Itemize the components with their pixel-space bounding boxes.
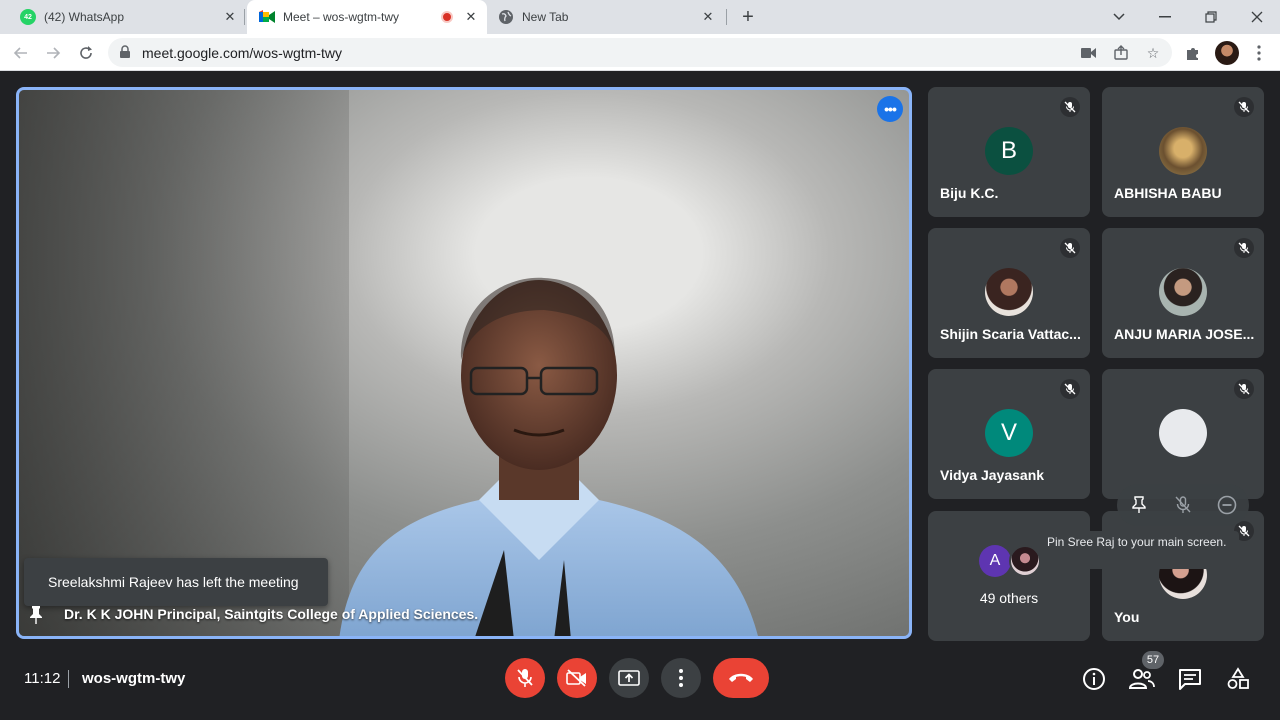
activities-button[interactable]: [1224, 665, 1252, 693]
avatar: A: [979, 545, 1011, 577]
avatar: [985, 268, 1033, 316]
speaker-name: Dr. K K JOHN Principal, Saintgits Colleg…: [64, 606, 479, 622]
info-icon: [1083, 668, 1105, 690]
activities-icon: [1227, 667, 1249, 689]
whatsapp-badge: 42: [24, 13, 32, 21]
participant-tile[interactable]: ABHISHA BABU: [1102, 87, 1264, 217]
reload-button[interactable]: [73, 40, 99, 66]
pin-button[interactable]: [1127, 493, 1151, 517]
meeting-code[interactable]: wos-wgtm-twy: [82, 670, 185, 687]
remove-participant-button[interactable]: [1215, 493, 1239, 517]
bookmark-star-icon[interactable]: ☆: [1144, 44, 1162, 62]
tab-title: New Tab: [522, 10, 569, 24]
more-options-button[interactable]: [661, 658, 701, 698]
meeting-details-button[interactable]: [1080, 665, 1108, 693]
mic-off-icon: [1234, 379, 1254, 399]
avatar: [1009, 545, 1041, 577]
tab-new-tab[interactable]: New Tab ✕: [490, 0, 722, 34]
participant-name: Shijin Scaria Vattac...: [940, 326, 1080, 342]
close-icon[interactable]: ✕: [222, 9, 238, 25]
camera-icon[interactable]: [1080, 44, 1098, 62]
browser-toolbar: meet.google.com/wos-wgtm-twy ☆: [0, 34, 1280, 71]
participant-left-toast: Sreelakshmi Rajeev has left the meeting: [24, 558, 328, 606]
divider: [68, 670, 69, 688]
whatsapp-icon: 42: [20, 9, 36, 25]
participant-tile-sree-raj[interactable]: [1102, 369, 1264, 499]
address-bar[interactable]: meet.google.com/wos-wgtm-twy ☆: [108, 38, 1172, 67]
participant-name: ABHISHA BABU: [1114, 185, 1222, 201]
participant-name: Biju K.C.: [940, 185, 999, 201]
participant-count-badge: 57: [1142, 651, 1164, 669]
tab-meet[interactable]: Meet – wos-wgtm-twy ✕: [247, 0, 487, 34]
avatar: [1159, 127, 1207, 175]
participant-name: You: [1114, 609, 1140, 625]
minimize-button[interactable]: [1152, 4, 1178, 30]
participant-name: Vidya Jayasank: [940, 467, 1045, 483]
mic-off-icon: [1234, 238, 1254, 258]
mic-off-icon: [517, 669, 533, 687]
present-screen-button[interactable]: [609, 658, 649, 698]
video-background: [19, 90, 349, 636]
avatar: V: [985, 409, 1033, 457]
microphone-toggle-button[interactable]: [505, 658, 545, 698]
url-text: meet.google.com/wos-wgtm-twy: [142, 45, 342, 61]
back-button[interactable]: [8, 40, 34, 66]
tab-divider: [726, 9, 727, 25]
leave-call-button[interactable]: [713, 658, 769, 698]
show-everyone-button[interactable]: [1128, 665, 1156, 693]
mic-off-icon: [1060, 97, 1080, 117]
profile-avatar[interactable]: [1215, 41, 1239, 65]
chat-icon: [1179, 669, 1201, 690]
restore-button[interactable]: [1198, 4, 1224, 30]
meet-stage: ••• Sreelakshmi Rajeev has left the meet…: [0, 71, 1280, 720]
tab-whatsapp[interactable]: 42 (42) WhatsApp ✕: [14, 0, 244, 34]
forward-button[interactable]: [40, 40, 66, 66]
speaker-video: [339, 277, 758, 636]
globe-icon: [498, 9, 514, 25]
more-options-button[interactable]: •••: [877, 96, 903, 122]
lock-icon: [120, 45, 130, 58]
browser-tab-bar: 42 (42) WhatsApp ✕ Meet – wos-wgtm-twy ✕…: [0, 0, 1280, 34]
participant-tile[interactable]: B Biju K.C.: [928, 87, 1090, 217]
close-icon[interactable]: ✕: [700, 9, 716, 25]
meeting-time: 11:12: [24, 670, 61, 687]
mute-participant-button[interactable]: [1171, 493, 1195, 517]
pin-tooltip: Pin Sree Raj to your main screen.: [1039, 531, 1239, 569]
extensions-puzzle-icon[interactable]: [1182, 42, 1204, 64]
avatar: B: [985, 127, 1033, 175]
new-tab-button[interactable]: +: [736, 6, 760, 28]
mic-off-icon: [1234, 97, 1254, 117]
tab-title: Meet – wos-wgtm-twy: [283, 10, 400, 24]
participant-name: ANJU MARIA JOSE...: [1114, 326, 1254, 342]
close-window-button[interactable]: [1244, 4, 1270, 30]
meet-icon: [259, 9, 275, 25]
kebab-menu-icon: [679, 669, 683, 687]
camera-off-icon: [566, 669, 586, 687]
hang-up-icon: [729, 673, 753, 682]
tile-hover-controls: [1117, 484, 1249, 526]
mic-off-icon: [1060, 238, 1080, 258]
kebab-menu-icon[interactable]: [1248, 42, 1270, 64]
camera-toggle-button[interactable]: [557, 658, 597, 698]
share-icon[interactable]: [1112, 44, 1130, 62]
chat-button[interactable]: [1176, 665, 1204, 693]
participant-tile[interactable]: Shijin Scaria Vattac...: [928, 228, 1090, 358]
present-icon: [618, 670, 640, 686]
close-icon[interactable]: ✕: [463, 9, 479, 25]
mic-off-icon: [1060, 379, 1080, 399]
avatar: [1159, 268, 1207, 316]
pin-icon[interactable]: [28, 605, 44, 625]
avatar: [1159, 409, 1207, 457]
participant-tile[interactable]: ANJU MARIA JOSE...: [1102, 228, 1264, 358]
main-video-tile[interactable]: •••: [16, 87, 912, 639]
tab-divider: [244, 9, 245, 25]
participant-tile[interactable]: V Vidya Jayasank: [928, 369, 1090, 499]
tab-title: (42) WhatsApp: [44, 10, 125, 24]
others-count: 49 others: [979, 590, 1039, 606]
tab-search-icon[interactable]: [1106, 4, 1132, 30]
people-icon: [1129, 669, 1155, 689]
recording-icon: [441, 11, 453, 23]
